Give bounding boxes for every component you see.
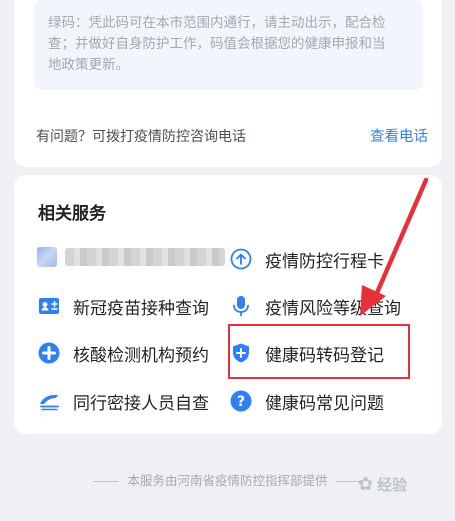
service-item-risk-level[interactable]: 疫情风险等级查询 bbox=[230, 293, 401, 319]
help-row: 有问题？可拨打疫情防控咨询电话 查看电话 bbox=[36, 125, 428, 146]
green-code-notice: 绿码：凭此码可在本市范围内通行，请主动出示，配合检 查；并做好自身防护工作，码值… bbox=[34, 0, 423, 90]
train-icon bbox=[38, 390, 60, 412]
question-icon: ? bbox=[230, 390, 252, 412]
id-card-icon bbox=[38, 295, 60, 317]
service-item-vaccine-query[interactable]: 新冠疫苗接种查询 bbox=[38, 293, 209, 319]
service-label: 健康码常见问题 bbox=[265, 393, 384, 414]
notice-line: 绿码：凭此码可在本市范围内通行，请主动出示，配合检 bbox=[48, 15, 386, 31]
notice-line: 查；并做好自身防护工作，码值会根据您的健康申报和当 bbox=[48, 36, 386, 52]
service-label: 疫情防控行程卡 bbox=[265, 251, 384, 272]
related-services-card: 相关服务 疫情防控行程卡 新冠疫苗接种查询 疫情风险等级查询 核酸检测机构预约 bbox=[14, 175, 442, 434]
service-item-faq[interactable]: ? 健康码常见问题 bbox=[230, 388, 384, 414]
footer-divider bbox=[93, 481, 120, 482]
highlight-box bbox=[228, 324, 410, 379]
service-label: 疫情风险等级查询 bbox=[265, 298, 401, 319]
watermark-text: 经验 bbox=[377, 476, 408, 494]
service-label: 新冠疫苗接种查询 bbox=[73, 298, 209, 319]
footer-text: 本服务由河南省疫情防控指挥部提供 bbox=[127, 473, 328, 488]
service-item-close-contact[interactable]: 同行密接人员自查 bbox=[38, 388, 209, 414]
service-item-travel-card[interactable]: 疫情防控行程卡 bbox=[230, 246, 384, 272]
paw-icon: ✿ bbox=[358, 474, 374, 495]
blurred-label bbox=[65, 248, 225, 266]
view-phone-link[interactable]: 查看电话 bbox=[370, 125, 428, 146]
notice-line: 地政策更新。 bbox=[48, 57, 129, 73]
services-title: 相关服务 bbox=[38, 204, 106, 224]
health-code-card: 绿码：凭此码可在本市范围内通行，请主动出示，配合检 查；并做好自身防护工作，码值… bbox=[14, 0, 442, 167]
service-label: 同行密接人员自查 bbox=[73, 393, 209, 414]
upload-arrow-icon bbox=[230, 248, 252, 270]
help-text: 有问题？可拨打疫情防控咨询电话 bbox=[36, 128, 246, 145]
blurred-service-item[interactable] bbox=[37, 247, 225, 267]
svg-text:?: ? bbox=[237, 394, 245, 410]
service-item-test-booking[interactable]: 核酸检测机构预约 bbox=[38, 340, 209, 366]
microphone-icon bbox=[230, 295, 252, 317]
blurred-icon bbox=[37, 247, 57, 267]
watermark: ✿ 经验 bbox=[358, 474, 407, 495]
service-label: 核酸检测机构预约 bbox=[73, 345, 209, 366]
medical-cross-icon bbox=[38, 342, 60, 364]
